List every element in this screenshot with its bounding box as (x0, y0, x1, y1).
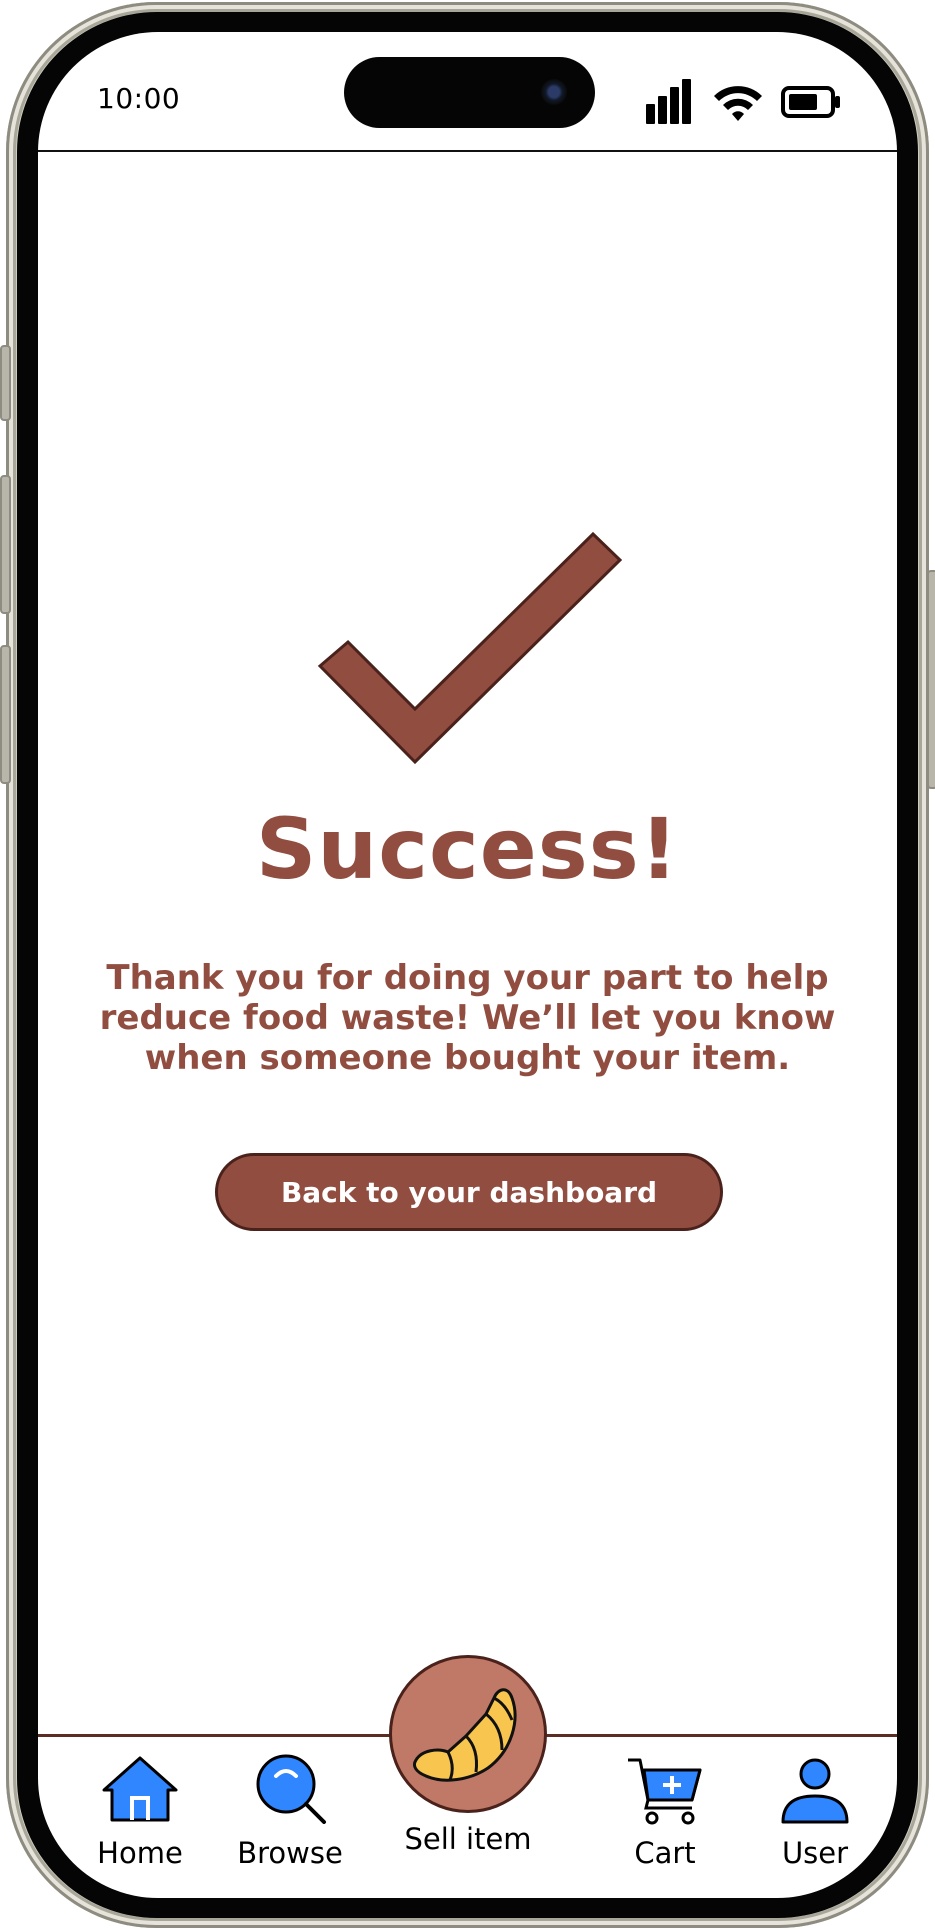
tab-browse[interactable]: Browse (230, 1752, 350, 1872)
tab-home-label: Home (97, 1836, 183, 1870)
tab-sell-item-label[interactable]: Sell item (380, 1822, 556, 1856)
cellular-signal-icon (646, 79, 691, 124)
volume-down-button (0, 645, 11, 784)
success-message: Thank you for doing your part to help re… (99, 958, 836, 1078)
cart-icon (628, 1758, 702, 1825)
tab-cart[interactable]: Cart (610, 1752, 720, 1872)
front-camera (541, 79, 567, 105)
status-icons (646, 79, 840, 124)
battery-icon (781, 86, 840, 118)
sell-item-button[interactable] (389, 1655, 547, 1813)
tab-user[interactable]: User (760, 1752, 870, 1872)
volume-up-button (0, 475, 11, 614)
tab-browse-label: Browse (237, 1836, 343, 1870)
back-to-dashboard-button[interactable]: Back to your dashboard (215, 1153, 723, 1231)
power-button (927, 570, 935, 789)
tab-home[interactable]: Home (85, 1752, 195, 1872)
croissant-icon (412, 1688, 517, 1782)
success-checkmark-icon (317, 531, 623, 765)
status-time: 10:00 (97, 82, 181, 115)
tab-cart-label: Cart (634, 1836, 696, 1870)
success-title: Success! (255, 800, 680, 898)
search-icon (256, 1754, 326, 1824)
action-button (0, 345, 11, 421)
user-icon (781, 1758, 849, 1824)
status-divider (38, 150, 897, 152)
house-icon (102, 1756, 178, 1822)
wifi-icon (714, 86, 762, 121)
tab-user-label: User (781, 1836, 849, 1870)
